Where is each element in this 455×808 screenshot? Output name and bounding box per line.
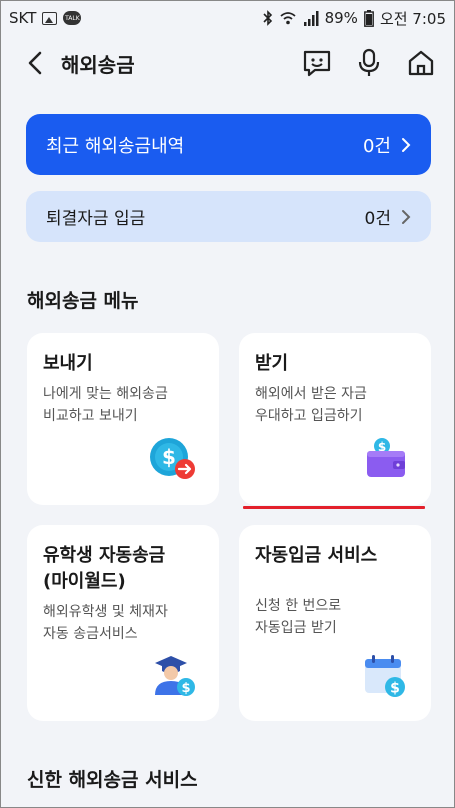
chevron-right-icon [402,137,411,152]
auto-deposit-card-desc-line1: 신청 한 번으로 [255,598,342,614]
student-card-desc-line1: 해외유학생 및 체재자 [43,604,168,620]
send-card-desc-line2: 비교하고 보내기 [43,408,138,424]
clock: 오전 7:05 [379,9,446,28]
send-money-icon: $ [150,438,195,479]
receive-card-desc-line1: 해외에서 받은 자금 [255,386,367,402]
graduate-student-icon: $ [155,656,195,696]
home-icon [408,50,434,76]
receive-card-title: 받기 [255,353,289,374]
bluetooth-icon [263,10,272,26]
back-button[interactable] [21,49,49,77]
chevron-right-icon [402,209,411,224]
receive-card[interactable]: 받기 해외에서 받은 자금 우대하고 입금하기 $ [239,333,431,505]
returned-funds-deposit-button[interactable]: 퇴결자금 입금 0건 [26,191,431,242]
returned-funds-count: 0건 [364,209,391,229]
wallet-icon: $ [367,438,405,477]
gallery-notification-icon [42,11,58,25]
kakaotalk-notification-icon: TALK [63,11,82,25]
signal-icon [303,10,319,26]
menu-section-title: 해외송금 메뉴 [27,290,139,312]
returned-funds-label: 퇴결자금 입금 [46,209,146,229]
chatbot-icon [303,50,331,77]
svg-text:$: $ [162,445,176,469]
status-bar: SKT TALK 89% 오전 7:05 [1,1,455,35]
recent-transfer-history-button[interactable]: 최근 해외송금내역 0건 [26,114,431,175]
page-title: 해외송금 [61,52,135,77]
home-button[interactable] [406,48,436,78]
student-card-title: 유학생 자동송금 [43,545,166,566]
battery-percent: 89% [324,9,358,27]
calendar-icon: $ [365,655,405,697]
carrier-label: SKT [9,9,37,27]
chatbot-button[interactable] [302,48,332,78]
send-card-title: 보내기 [43,353,93,374]
chevron-left-icon [28,51,42,75]
student-card-desc-line2: 자동 송금서비스 [43,626,138,642]
svg-text:$: $ [390,681,400,697]
send-card[interactable]: 보내기 나에게 맞는 해외송금 비교하고 보내기 $ [27,333,219,505]
shinhan-service-section-title: 신한 해외송금 서비스 [27,769,198,791]
svg-text:$: $ [181,681,190,696]
microphone-icon [358,48,380,76]
voice-search-button[interactable] [354,48,384,78]
send-card-desc-line1: 나에게 맞는 해외송금 [43,386,168,402]
wifi-icon [280,12,296,25]
app-header: 해외송금 [1,35,455,91]
recent-transfer-count: 0건 [362,135,391,157]
student-auto-transfer-card[interactable]: 유학생 자동송금 (마이월드) 해외유학생 및 체재자 자동 송금서비스 $ [27,525,219,721]
battery-icon [364,9,374,27]
auto-deposit-service-card[interactable]: 자동입금 서비스 신청 한 번으로 자동입금 받기 $ [239,525,431,721]
red-underline-mark [243,506,425,509]
recent-transfer-label: 최근 해외송금내역 [46,135,185,157]
receive-card-desc-line2: 우대하고 입금하기 [255,408,363,424]
auto-deposit-card-title: 자동입금 서비스 [255,545,378,566]
student-card-title-line2: (마이월드) [43,571,126,592]
auto-deposit-card-desc-line2: 자동입금 받기 [255,620,337,636]
